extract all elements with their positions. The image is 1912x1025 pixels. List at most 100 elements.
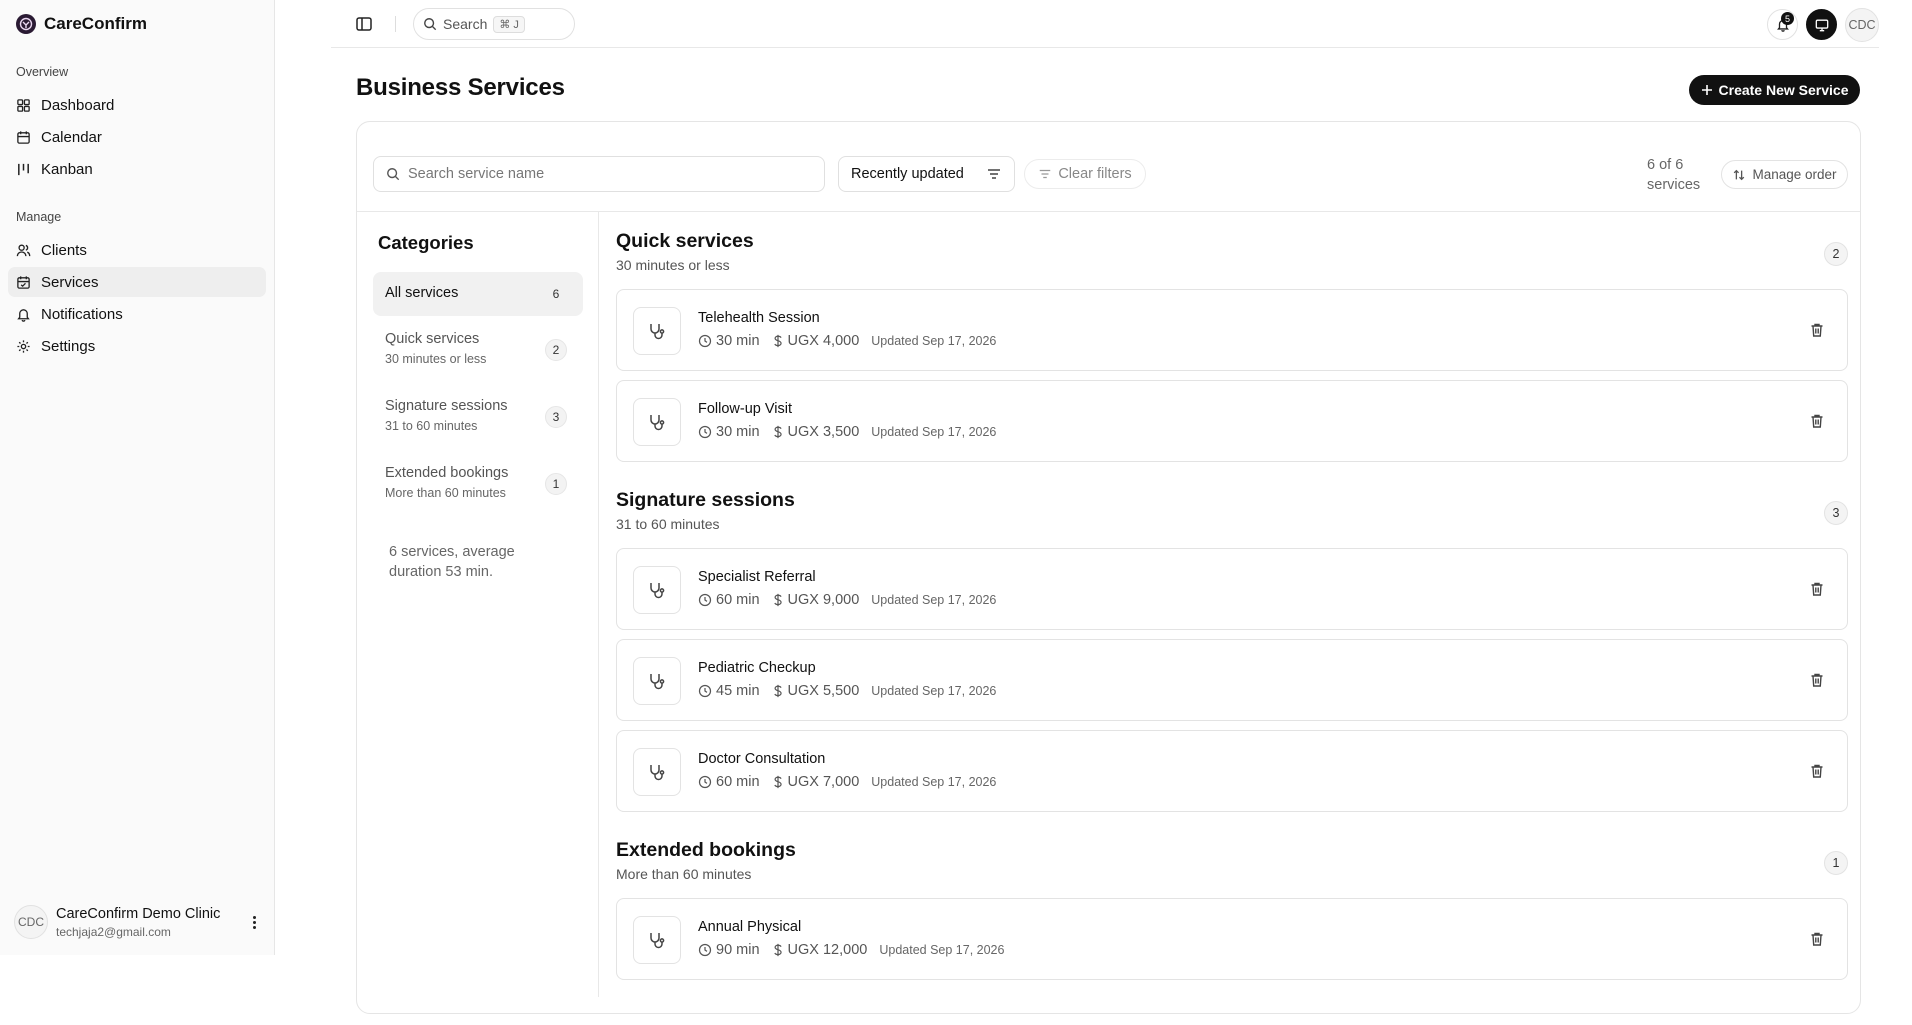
brand-name: CareConfirm [44, 14, 147, 33]
service-updated: Updated Sep 17, 2026 [871, 593, 997, 607]
list-item[interactable]: Annual Physical 90 min UGX 12,000 Update… [616, 898, 1848, 980]
search-icon [387, 168, 400, 181]
service-price: UGX 7,000 [787, 774, 860, 790]
avatar: CDC [14, 905, 48, 939]
more-options-icon[interactable] [244, 912, 264, 932]
sidebar-toggle-icon[interactable] [354, 14, 374, 34]
service-price: UGX 12,000 [787, 942, 868, 958]
notification-count-badge: 5 [1781, 12, 1794, 25]
category-sub: 31 to 60 minutes [385, 419, 478, 433]
sidebar-item-label: Notifications [41, 305, 123, 323]
filter-bar: Recently updated Clear filters 6 of 6 se… [357, 122, 1860, 212]
clock-icon [698, 425, 712, 439]
trash-icon[interactable] [1809, 581, 1825, 597]
service-meta: 45 min UGX 5,500 Updated Sep 17, 2026 [698, 683, 996, 699]
section-title: Quick services [616, 230, 754, 252]
category-name: Quick services [385, 331, 480, 347]
clock-icon [698, 593, 712, 607]
service-price: UGX 9,000 [787, 592, 860, 608]
dollar-icon [773, 425, 782, 439]
services-card: Recently updated Clear filters 6 of 6 se… [356, 121, 1861, 1014]
sidebar-item-dashboard[interactable]: Dashboard [8, 90, 266, 120]
trash-icon[interactable] [1809, 672, 1825, 688]
section-subtitle: 30 minutes or less [616, 257, 730, 273]
sidebar-item-services[interactable]: Services [8, 267, 266, 297]
section-title: Signature sessions [616, 489, 795, 511]
sidebar-item-kanban[interactable]: Kanban [8, 154, 266, 184]
category-signature-sessions[interactable]: Signature sessions 31 to 60 minutes 3 [373, 389, 583, 445]
trash-icon[interactable] [1809, 763, 1825, 779]
service-duration: 45 min [716, 683, 760, 699]
sort-select-value: Recently updated [851, 166, 964, 182]
section-title: Extended bookings [616, 839, 796, 861]
service-meta: 30 min UGX 4,000 Updated Sep 17, 2026 [698, 333, 996, 349]
service-updated: Updated Sep 17, 2026 [871, 334, 997, 348]
bell-icon [17, 308, 30, 322]
avatar[interactable]: CDC [1845, 8, 1879, 42]
sort-select[interactable]: Recently updated [838, 156, 1015, 192]
category-name: Signature sessions [385, 398, 508, 414]
services-count-line2: services [1647, 177, 1701, 193]
service-search-field[interactable] [373, 156, 825, 192]
service-duration: 90 min [716, 942, 760, 958]
list-item[interactable]: Doctor Consultation 60 min UGX 7,000 Upd… [616, 730, 1848, 812]
notifications-button[interactable]: 5 [1767, 9, 1798, 40]
manage-order-button[interactable]: Manage order [1721, 160, 1848, 189]
category-extended-bookings[interactable]: Extended bookings More than 60 minutes 1 [373, 456, 583, 512]
category-quick-services[interactable]: Quick services 30 minutes or less 2 [373, 322, 583, 378]
trash-icon[interactable] [1809, 322, 1825, 338]
plus-icon [1701, 85, 1712, 95]
create-new-service-button[interactable]: Create New Service [1689, 75, 1860, 105]
list-item[interactable]: Telehealth Session 30 min UGX 4,000 Upda… [616, 289, 1848, 371]
page-title: Business Services [356, 74, 565, 101]
user-card[interactable]: CDC CareConfirm Demo Clinic techjaja2@gm… [14, 903, 264, 941]
user-name: CareConfirm Demo Clinic [56, 905, 221, 922]
category-name: All services [385, 285, 459, 301]
sidebar-item-clients[interactable]: Clients [8, 235, 266, 265]
nav-group-label-manage: Manage [16, 210, 62, 224]
stethoscope-icon [633, 916, 681, 964]
calendar-check-icon [17, 275, 30, 289]
manage-order-label: Manage order [1752, 167, 1837, 182]
monitor-icon [1815, 19, 1828, 31]
service-name: Telehealth Session [698, 310, 820, 326]
clear-filters-label: Clear filters [1058, 166, 1132, 182]
service-search-input[interactable] [408, 166, 808, 182]
service-duration: 30 min [716, 333, 760, 349]
service-name: Specialist Referral [698, 569, 816, 585]
search-label: Search [443, 16, 488, 32]
section-subtitle: 31 to 60 minutes [616, 516, 720, 532]
categories-title: Categories [378, 232, 474, 253]
category-name: Extended bookings [385, 465, 509, 481]
stethoscope-icon [633, 566, 681, 614]
global-search-button[interactable]: Search ⌘ J [413, 8, 575, 40]
display-mode-button[interactable] [1806, 9, 1837, 40]
service-updated: Updated Sep 17, 2026 [871, 775, 997, 789]
topbar-divider [395, 16, 396, 32]
sort-lines-icon [988, 169, 1000, 179]
service-name: Annual Physical [698, 919, 802, 935]
service-name: Follow-up Visit [698, 401, 793, 417]
section-count: 2 [1824, 242, 1848, 266]
brand[interactable]: CareConfirm [16, 14, 147, 34]
list-item[interactable]: Pediatric Checkup 45 min UGX 5,500 Updat… [616, 639, 1848, 721]
stethoscope-icon [633, 748, 681, 796]
sidebar-item-settings[interactable]: Settings [8, 331, 266, 361]
sidebar-item-notifications[interactable]: Notifications [8, 299, 266, 329]
dollar-icon [773, 334, 782, 348]
sort-arrows-icon [1734, 169, 1745, 180]
sidebar-item-calendar[interactable]: Calendar [8, 122, 266, 152]
list-item[interactable]: Follow-up Visit 30 min UGX 3,500 Updated… [616, 380, 1848, 462]
category-all-services[interactable]: All services 6 [373, 272, 583, 316]
clear-filters-button[interactable]: Clear filters [1024, 159, 1146, 189]
calendar-icon [17, 130, 30, 144]
list-item[interactable]: Specialist Referral 60 min UGX 9,000 Upd… [616, 548, 1848, 630]
category-count: 3 [545, 406, 567, 428]
sidebar-item-label: Calendar [41, 128, 102, 146]
trash-icon[interactable] [1809, 413, 1825, 429]
search-shortcut: ⌘ J [493, 15, 525, 33]
trash-icon[interactable] [1809, 931, 1825, 947]
service-duration: 30 min [716, 424, 760, 440]
dollar-icon [773, 943, 782, 957]
service-price: UGX 4,000 [787, 333, 860, 349]
